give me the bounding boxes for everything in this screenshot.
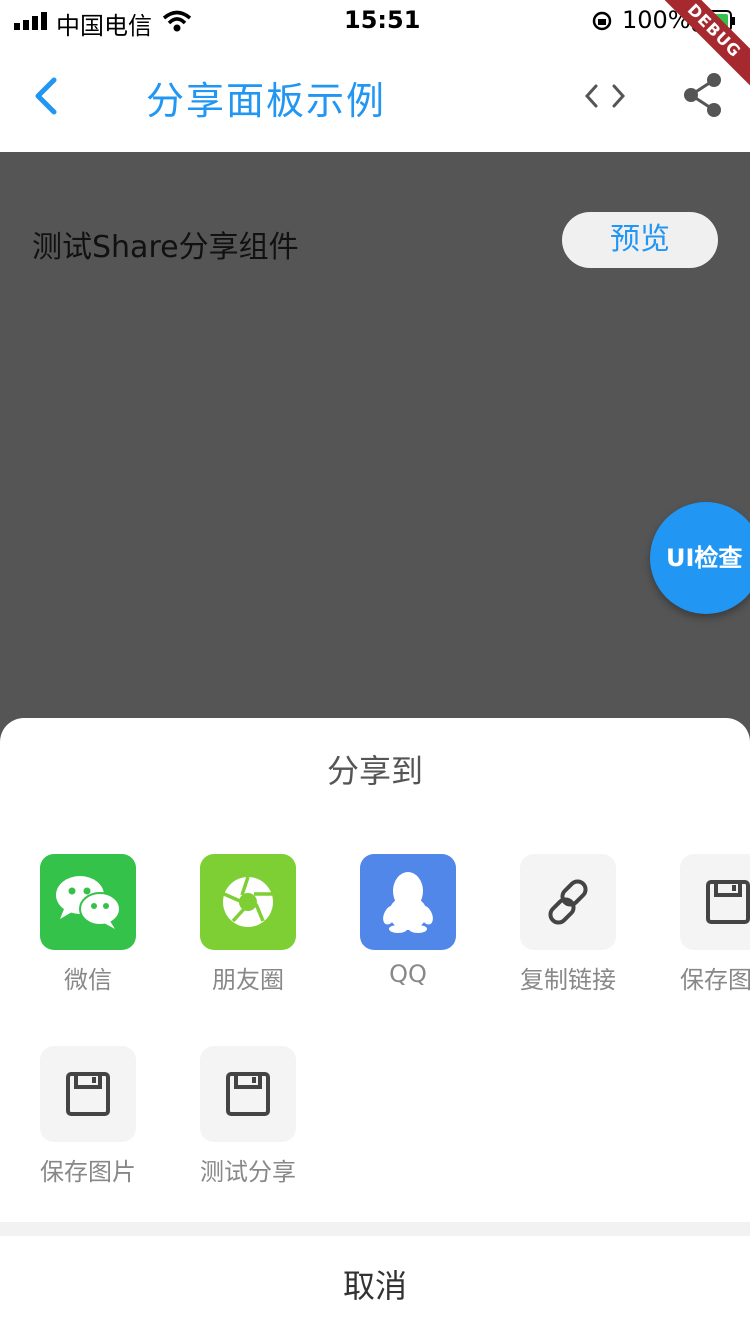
share-item-label: 复制链接 — [520, 966, 616, 994]
test-share-tile[interactable] — [200, 1046, 296, 1142]
qq-icon — [383, 872, 433, 933]
link-icon — [548, 879, 588, 925]
status-bar: 中国电信 15:51 100% — [0, 0, 750, 40]
navigation-bar: 分享面板示例 — [0, 40, 750, 152]
qq-tile[interactable] — [360, 854, 456, 950]
cancel-button[interactable]: 取消 — [0, 1236, 750, 1334]
back-arrow-icon[interactable] — [28, 76, 64, 116]
save-image-tile[interactable] — [680, 854, 750, 950]
share-item-copy-link[interactable]: 复制链接 — [520, 854, 616, 994]
share-item-label: 保存图片 — [40, 1158, 136, 1186]
save-icon — [706, 880, 750, 924]
ui-check-button[interactable]: UI检查 — [650, 502, 750, 614]
divider — [0, 1222, 750, 1236]
share-item-label: 微信 — [64, 966, 112, 994]
orientation-lock-icon — [592, 11, 612, 31]
carrier-label: 中国电信 — [56, 12, 152, 40]
share-item-label: 测试分享 — [200, 1158, 296, 1186]
test-share-label: 测试Share分享组件 — [32, 230, 299, 265]
signal-icon — [14, 12, 47, 30]
share-item-test-share[interactable]: 测试分享 — [200, 1046, 296, 1186]
code-icon[interactable] — [584, 80, 626, 112]
share-item-label: 朋友圈 — [212, 966, 284, 994]
share-item-wechat[interactable]: 微信 — [40, 854, 136, 994]
content-area: 测试Share分享组件 预览 UI检查 — [0, 152, 750, 732]
save-icon — [66, 1072, 110, 1116]
copy-link-tile[interactable] — [520, 854, 616, 950]
share-icon[interactable] — [682, 72, 724, 118]
page-title: 分享面板示例 — [146, 79, 387, 123]
save-image-tile[interactable] — [40, 1046, 136, 1142]
moments-tile[interactable] — [200, 854, 296, 950]
share-item-moments[interactable]: 朋友圈 — [200, 854, 296, 994]
wechat-icon — [56, 876, 121, 929]
wifi-icon — [162, 10, 192, 32]
share-item-save-image[interactable]: 保存图片 — [40, 1046, 136, 1186]
save-icon — [226, 1072, 270, 1116]
share-item-label: QQ — [389, 960, 427, 988]
share-sheet-title: 分享到 — [326, 752, 423, 790]
clock: 15:51 — [344, 6, 421, 34]
preview-button[interactable]: 预览 — [562, 212, 718, 268]
wechat-tile[interactable] — [40, 854, 136, 950]
share-sheet: 分享到 微信 朋友圈 QQ 复制链接 保存图 保存图片 测试分享 取消 — [0, 718, 750, 1334]
share-item-label: 保存图 — [680, 966, 750, 994]
share-item-save-image-partial[interactable]: 保存图 — [680, 854, 750, 994]
moments-icon — [223, 876, 273, 927]
share-item-qq[interactable]: QQ — [360, 854, 456, 988]
